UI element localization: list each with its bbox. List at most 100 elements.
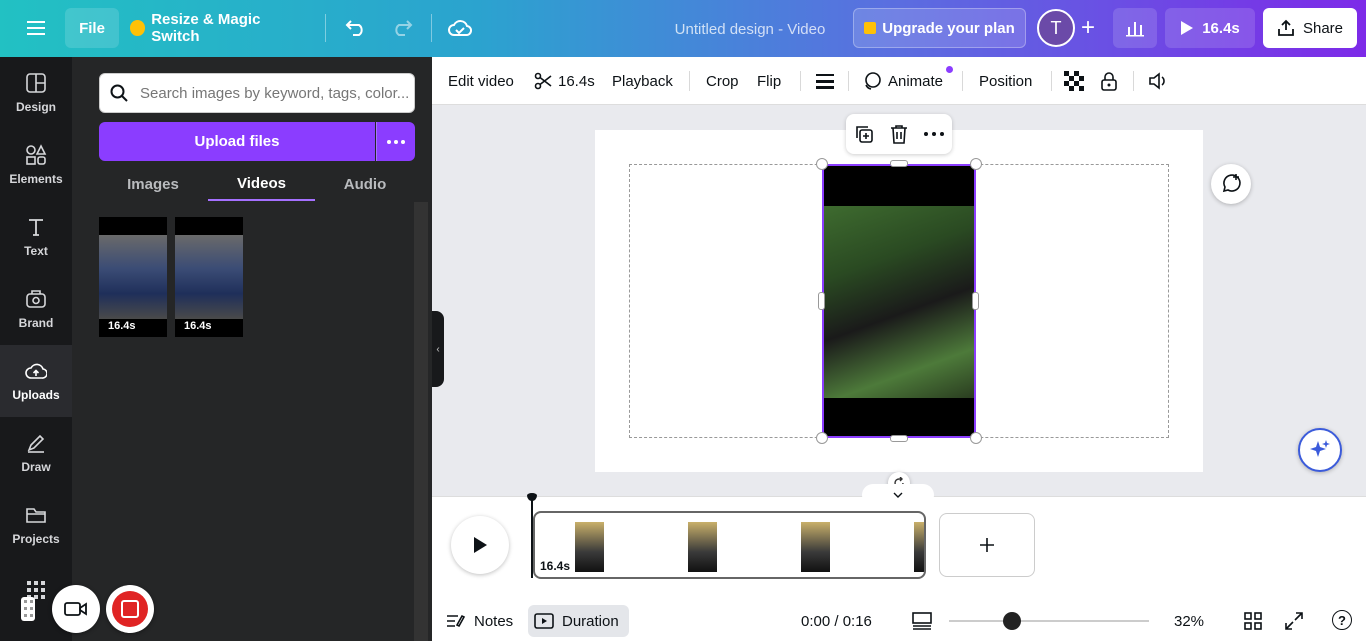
- resize-handle[interactable]: [972, 292, 979, 310]
- resize-handle[interactable]: [816, 432, 828, 444]
- collapse-panel-button[interactable]: ‹: [432, 311, 444, 387]
- stop-icon: [112, 591, 148, 627]
- upload-files-button[interactable]: Upload files: [99, 122, 375, 161]
- animate-icon: [865, 72, 881, 90]
- plus-icon: [980, 538, 994, 552]
- folder-icon: [26, 508, 46, 523]
- cloud-save-icon[interactable]: [444, 12, 476, 44]
- resize-handle[interactable]: [890, 435, 908, 442]
- volume-icon[interactable]: [1148, 57, 1168, 105]
- add-comment-icon[interactable]: [1211, 164, 1251, 204]
- playback-button[interactable]: Playback: [612, 57, 673, 105]
- document-title[interactable]: Untitled design - Video: [660, 18, 840, 40]
- sidebar-item-draw[interactable]: Draw: [0, 417, 72, 489]
- undo-icon[interactable]: [340, 12, 372, 44]
- redo-icon[interactable]: [386, 12, 418, 44]
- drag-handle-icon[interactable]: [21, 597, 35, 621]
- top-bar: File Resize & Magic Switch Untitled desi…: [0, 0, 1366, 57]
- page-view-icon[interactable]: [912, 612, 932, 635]
- sidebar-item-uploads[interactable]: Uploads: [0, 345, 72, 417]
- timeline-expand-icon[interactable]: [862, 484, 934, 506]
- timeline-play-button[interactable]: [451, 516, 509, 574]
- animate-button[interactable]: Animate: [862, 57, 943, 105]
- animate-label: Animate: [888, 72, 944, 90]
- search-input[interactable]: Search images by keyword, tags, color...: [99, 73, 415, 113]
- edit-video-button[interactable]: Edit video: [448, 57, 514, 105]
- time-readout: 0:00 / 0:16: [801, 612, 872, 630]
- tab-audio[interactable]: Audio: [330, 167, 400, 201]
- divider: [689, 71, 690, 91]
- sidebar: Design Elements Text Brand Uploads Draw …: [0, 57, 80, 641]
- divider: [325, 14, 326, 42]
- video-thumbnail[interactable]: 16.4s: [99, 217, 167, 337]
- more-options-icon[interactable]: [924, 132, 944, 136]
- sidebar-item-projects[interactable]: Projects: [0, 489, 72, 561]
- sidebar-item-label: Elements: [9, 172, 63, 186]
- help-icon[interactable]: ?: [1332, 610, 1352, 630]
- sidebar-item-design[interactable]: Design: [0, 57, 72, 129]
- sidebar-item-label: Text: [24, 244, 48, 258]
- resize-handle[interactable]: [816, 158, 828, 170]
- resize-handle[interactable]: [970, 158, 982, 170]
- tab-videos[interactable]: Videos: [208, 167, 315, 201]
- sidebar-item-elements[interactable]: Elements: [0, 129, 72, 201]
- layout-icon: [26, 73, 46, 93]
- lock-icon[interactable]: [1100, 57, 1118, 105]
- trash-icon[interactable]: [890, 124, 908, 144]
- play-duration: 16.4s: [1202, 19, 1240, 37]
- zoom-slider[interactable]: [949, 620, 1149, 622]
- crown-icon: [864, 22, 877, 34]
- fullscreen-icon[interactable]: [1285, 612, 1303, 635]
- border-style-icon[interactable]: [816, 57, 834, 105]
- resize-magic-switch-button[interactable]: Resize & Magic Switch: [130, 8, 305, 48]
- clip-duration: 16.4s: [540, 559, 571, 573]
- duration-label: Duration: [562, 612, 619, 630]
- transparency-icon[interactable]: [1064, 57, 1084, 105]
- upgrade-plan-button[interactable]: Upgrade your plan: [853, 8, 1026, 48]
- resize-handle[interactable]: [818, 292, 825, 310]
- video-thumbnail[interactable]: 16.4s: [175, 217, 243, 337]
- divider: [962, 71, 963, 91]
- sidebar-item-label: Brand: [18, 316, 54, 330]
- video-icon: [534, 613, 554, 629]
- zoom-level[interactable]: 32%: [1174, 610, 1204, 632]
- tab-images[interactable]: Images: [116, 167, 190, 201]
- add-clip-button[interactable]: [939, 513, 1035, 577]
- clip-frame: [575, 522, 604, 572]
- duplicate-icon[interactable]: [854, 124, 874, 144]
- present-play-button[interactable]: 16.4s: [1165, 8, 1255, 48]
- panel-scrollbar[interactable]: [414, 202, 428, 641]
- magic-assistant-icon[interactable]: [1298, 428, 1342, 472]
- notes-button[interactable]: Notes: [446, 609, 513, 633]
- resize-handle[interactable]: [970, 432, 982, 444]
- grid-view-icon[interactable]: [1244, 612, 1262, 635]
- trim-duration: 16.4s: [558, 72, 595, 90]
- trim-button[interactable]: 16.4s: [534, 57, 595, 105]
- sidebar-item-label: Draw: [21, 460, 51, 474]
- insights-icon[interactable]: [1113, 8, 1157, 48]
- share-label: Share: [1302, 19, 1344, 37]
- selected-video-element[interactable]: [822, 164, 976, 438]
- camera-toggle-button[interactable]: [52, 585, 100, 633]
- menu-icon[interactable]: [20, 12, 52, 44]
- share-button[interactable]: Share: [1263, 8, 1357, 48]
- file-button[interactable]: File: [65, 8, 119, 48]
- clip-frame: [688, 522, 717, 572]
- animate-badge: [946, 66, 953, 73]
- add-collaborator-icon[interactable]: +: [1075, 12, 1101, 44]
- position-button[interactable]: Position: [979, 57, 1032, 105]
- sidebar-item-label: Design: [15, 100, 56, 114]
- zoom-slider-knob[interactable]: [1003, 612, 1021, 630]
- upload-more-options-icon[interactable]: [376, 122, 415, 161]
- sidebar-item-text[interactable]: Text: [0, 201, 72, 273]
- record-stop-button[interactable]: [106, 585, 154, 633]
- sidebar-item-brand[interactable]: Brand: [0, 273, 72, 345]
- play-icon: [1181, 21, 1194, 35]
- resize-handle[interactable]: [890, 160, 908, 167]
- video-clip-strip[interactable]: 16.4s: [533, 511, 926, 579]
- flip-button[interactable]: Flip: [757, 57, 781, 105]
- crop-button[interactable]: Crop: [706, 57, 739, 105]
- divider: [848, 71, 849, 91]
- duration-button[interactable]: Duration: [528, 605, 629, 637]
- avatar[interactable]: T: [1037, 9, 1075, 47]
